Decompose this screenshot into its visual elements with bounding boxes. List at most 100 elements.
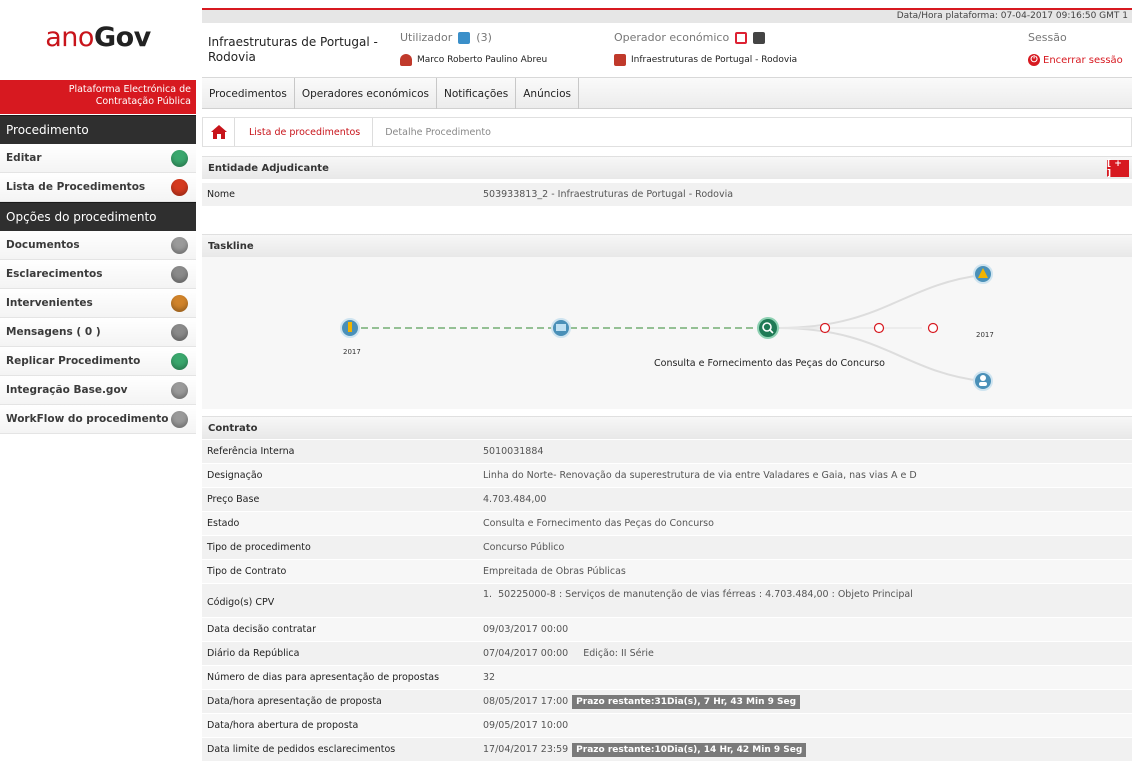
- table-row: Tipo de Contrato Empreitada de Obras Públ…: [202, 560, 1132, 584]
- row-value: 1. 50225000-8 : Serviços de manutenção d…: [483, 589, 913, 600]
- table-row: Código(s) CPV 1. 50225000-8 : Serviços de…: [202, 584, 1132, 618]
- logout-button[interactable]: ⏻ Encerrar sessão: [1028, 54, 1123, 66]
- step-start-icon[interactable]: [340, 318, 360, 338]
- row-label: Data/hora apresentação de proposta: [207, 696, 382, 707]
- section-procedimento: Procedimento: [0, 115, 196, 144]
- row-label: Número de dias para apresentação de prop…: [207, 672, 440, 683]
- sidebar-item-mensagens-0[interactable]: Mensagens ( 0 ): [0, 318, 196, 347]
- table-row: Número de dias para apresentação de prop…: [202, 666, 1132, 690]
- row-value: Linha do Norte- Renovação da superestrut…: [483, 470, 917, 481]
- user-name[interactable]: Marco Roberto Paulino Abreu: [417, 55, 547, 65]
- operator-doc-icon[interactable]: [753, 31, 766, 44]
- users-icon[interactable]: [458, 31, 471, 44]
- sidebar-item-workflow-do-procedimento[interactable]: WorkFlow do procedimento: [0, 405, 196, 434]
- replicate-icon: [171, 352, 188, 370]
- table-row: Referência Interna 5010031884: [202, 440, 1132, 464]
- tab-notificacoes[interactable]: Notificações: [437, 78, 517, 109]
- table-row: Estado Consulta e Fornecimento das Peças …: [202, 512, 1132, 536]
- session-block: Sessão ⏻ Encerrar sessão: [1028, 31, 1123, 66]
- breadcrumb-lista-procedimentos[interactable]: Lista de procedimentos: [235, 118, 374, 146]
- warning-step-icon[interactable]: [973, 264, 993, 284]
- taskline-title: Taskline: [208, 241, 254, 252]
- platform-banner-line1: Plataforma Electrónica de: [68, 84, 191, 95]
- entidade-nome-row: Nome 503933813_2 - Infraestruturas de Po…: [202, 183, 1132, 207]
- home-icon[interactable]: [203, 118, 235, 146]
- row-value-wrap: 1. 50225000-8 : Serviços de manutenção d…: [473, 584, 913, 600]
- logout-label: Encerrar sessão: [1043, 54, 1123, 66]
- pending-step-dot-2: [873, 322, 885, 334]
- taskline-branch-down: [777, 327, 983, 382]
- row-value-wrap: 17/04/2017 23:59 Prazo restante:10Dia(s),…: [473, 742, 807, 757]
- row-label: Diário da República: [207, 648, 300, 659]
- user-block: Utilizador (3) Marco Roberto Paulino Abr…: [400, 31, 547, 66]
- row-label: Tipo de procedimento: [207, 542, 311, 553]
- sidebar-item-replicar-procedimento[interactable]: Replicar Procedimento: [0, 347, 196, 376]
- person-step-icon[interactable]: [973, 371, 993, 391]
- row-label: Data/hora abertura de proposta: [207, 720, 359, 731]
- taskline-graph: 2017 Consulta e Fornecimento das Peças d…: [340, 264, 994, 391]
- sidebar-item-label: Intervenientes: [6, 297, 93, 309]
- row-value: 4.703.484,00: [483, 494, 547, 505]
- logo-text-gov: Gov: [93, 21, 151, 53]
- back-arrow-icon: [171, 178, 188, 196]
- sidebar-item-integra-o-base-gov[interactable]: Integração Base.gov: [0, 376, 196, 405]
- row-label: Referência Interna: [207, 446, 295, 457]
- row-value: 32: [483, 672, 496, 683]
- sidebar-item-label: Documentos: [6, 239, 80, 251]
- sidebar-item-label: Replicar Procedimento: [6, 355, 141, 367]
- sidebar-item-editar[interactable]: Editar: [0, 144, 196, 173]
- row-value: 09/05/2017 10:00: [483, 720, 569, 731]
- header: Infraestruturas de Portugal - Rodovia Ut…: [202, 23, 1132, 77]
- tab-procedimentos[interactable]: Procedimentos: [202, 78, 295, 109]
- entity-title: Infraestruturas de Portugal - Rodovia: [208, 35, 378, 64]
- breadcrumb-current: Detalhe Procedimento: [385, 126, 491, 138]
- platform-banner-line2: Contratação Pública: [95, 96, 191, 107]
- row-label: Código(s) CPV: [207, 597, 275, 608]
- table-row: Preço Base 4.703.484,00: [202, 488, 1132, 512]
- sidebar-item-lista-de-procedimentos[interactable]: Lista de Procedimentos: [0, 173, 196, 202]
- table-row: Data/hora apresentação de proposta 08/05/…: [202, 690, 1132, 714]
- table-row: Data decisão contratar 09/03/2017 00:00: [202, 618, 1132, 642]
- entidade-title: Entidade Adjudicante: [208, 163, 329, 174]
- contrato-title: Contrato: [208, 423, 258, 434]
- tab-operadores-economicos[interactable]: Operadores económicos: [295, 78, 437, 109]
- pending-step-dot-3: [927, 322, 939, 334]
- entidade-panel-header: Entidade Adjudicante [ + ]: [202, 156, 1132, 179]
- end-year-label: 2017: [976, 331, 994, 339]
- megaphone-icon: [171, 381, 188, 399]
- pending-step-dot-1: [819, 322, 831, 334]
- breadcrumb: Lista de procedimentos Detalhe Procedime…: [202, 117, 1132, 147]
- nome-value: 503933813_2 - Infraestruturas de Portuga…: [483, 189, 734, 200]
- row-value: Concurso Público: [483, 542, 565, 553]
- documents-icon: [171, 236, 188, 254]
- row-value: 08/05/2017 17:00: [483, 696, 569, 707]
- current-step-label: Consulta e Fornecimento das Peças do Con…: [654, 358, 885, 369]
- row-label: Tipo de Contrato: [207, 566, 287, 577]
- operator-name[interactable]: Infraestruturas de Portugal - Rodovia: [631, 55, 797, 65]
- nome-label: Nome: [207, 189, 236, 200]
- logo-text-ano: ano: [45, 21, 94, 53]
- row-value-wrap: 4.703.484,00: [473, 494, 546, 505]
- operator-edit-icon[interactable]: [735, 31, 748, 44]
- step-publish-icon[interactable]: [551, 318, 571, 338]
- people-icon: [171, 294, 188, 312]
- expand-button[interactable]: [ + ]: [1107, 159, 1129, 179]
- step-current-search-icon[interactable]: [757, 317, 779, 339]
- anogov-logo[interactable]: ano Gov: [0, 0, 196, 74]
- row-value-wrap: 07/04/2017 00:00 Edição: II Série: [473, 648, 654, 659]
- row-value-wrap: Consulta e Fornecimento das Peças do Con…: [473, 518, 714, 529]
- row-value-wrap: 09/03/2017 00:00: [473, 624, 568, 635]
- row-label: Data decisão contratar: [207, 624, 317, 635]
- row-value: 09/03/2017 00:00: [483, 624, 569, 635]
- sidebar-item-label: Mensagens ( 0 ): [6, 326, 101, 338]
- section-opcoes-procedimento: Opções do procedimento: [0, 202, 196, 231]
- edit-icon: [171, 149, 188, 167]
- row-value: 07/04/2017 00:00 Edição: II Série: [483, 648, 654, 659]
- info-icon: [171, 265, 188, 283]
- tab-anuncios[interactable]: Anúncios: [516, 78, 579, 109]
- sidebar-item-intervenientes[interactable]: Intervenientes: [0, 289, 196, 318]
- sidebar-item-esclarecimentos[interactable]: Esclarecimentos: [0, 260, 196, 289]
- row-label: Data limite de pedidos esclarecimentos: [207, 744, 396, 755]
- power-icon: ⏻: [1028, 54, 1040, 66]
- sidebar-item-documentos[interactable]: Documentos: [0, 231, 196, 260]
